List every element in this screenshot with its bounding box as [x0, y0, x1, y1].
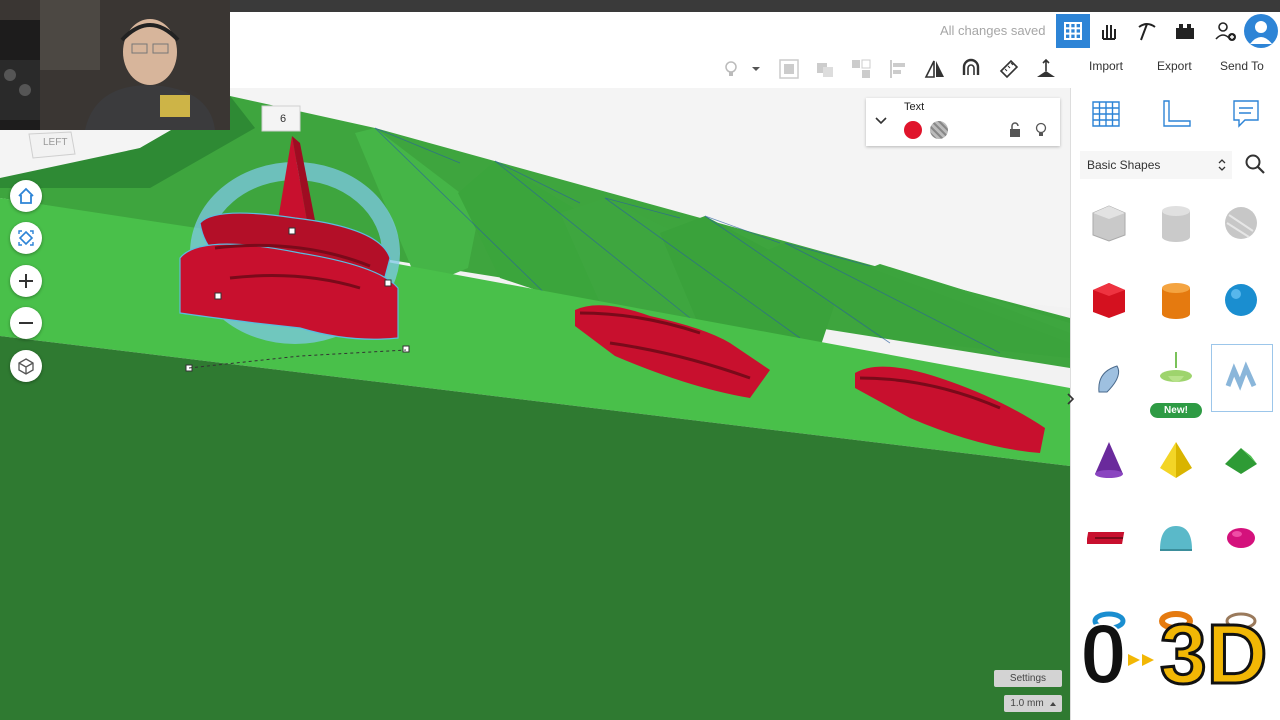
sphere-shape[interactable] [1211, 270, 1271, 330]
new-shape[interactable] [1146, 343, 1206, 403]
workplane-icon[interactable] [1033, 56, 1059, 82]
select-arrows-icon [1218, 159, 1226, 171]
tinker-hand-icon[interactable] [1094, 16, 1124, 46]
shape-inspector: Text [866, 98, 1060, 146]
avatar[interactable] [1244, 14, 1278, 48]
ruler-icon[interactable] [996, 56, 1022, 82]
ruler-corner-icon[interactable] [1159, 98, 1193, 135]
inspector-title: Text [904, 101, 925, 113]
hole-swatch[interactable] [930, 121, 948, 139]
box-hole-shape[interactable] [1079, 193, 1139, 253]
workplane-grid-icon[interactable] [1089, 98, 1123, 135]
half-sphere-shape[interactable] [1146, 508, 1206, 568]
save-status: All changes saved [940, 23, 1046, 38]
plus-icon [19, 274, 33, 288]
add-user-icon[interactable] [1210, 16, 1240, 46]
logo-3d-text: 3D [1158, 607, 1268, 701]
bricks-icon[interactable] [1170, 16, 1200, 46]
solid-color-swatch[interactable] [904, 121, 922, 139]
chevron-down-icon[interactable] [746, 56, 766, 82]
settings-button[interactable]: Settings [994, 670, 1062, 687]
fit-view-icon [18, 230, 34, 246]
view-cube[interactable]: LEFT [27, 128, 77, 160]
pyramid-shape[interactable] [1146, 430, 1206, 490]
zoom-out-button[interactable] [10, 307, 42, 339]
minus-icon [19, 322, 33, 324]
caret-up-icon [1049, 701, 1056, 706]
mirror-icon[interactable] [922, 56, 948, 82]
align-icon[interactable] [886, 56, 912, 82]
dimension-label[interactable]: 6 [280, 113, 286, 125]
group-icon[interactable] [776, 56, 802, 82]
cylinder-hole-shape[interactable] [1146, 193, 1206, 253]
scribble-shape[interactable] [1079, 350, 1139, 410]
lightbulb-icon[interactable] [718, 56, 744, 82]
ungroup-icon[interactable] [812, 56, 838, 82]
text-3d-shape[interactable] [1079, 508, 1139, 568]
zoom-in-button[interactable] [10, 265, 42, 297]
visibility-bulb-icon[interactable] [1034, 122, 1048, 143]
view-cube-label: LEFT [43, 137, 68, 148]
collapse-chevron-icon[interactable] [874, 114, 888, 133]
search-icon[interactable] [1243, 152, 1267, 181]
settings-label: Settings [1009, 673, 1047, 684]
cruise-icon[interactable] [958, 56, 984, 82]
fit-view-button[interactable] [10, 222, 42, 254]
top-bar: All changes saved [230, 12, 1280, 51]
shape-category-select[interactable]: Basic Shapes [1080, 151, 1232, 179]
home-view-button[interactable] [10, 180, 42, 212]
workplane-canvas[interactable] [0, 88, 1070, 720]
home-icon [18, 187, 34, 204]
channel-logo: 0 3D [1079, 611, 1269, 702]
roof-shape[interactable] [1211, 430, 1271, 490]
shape-category-label: Basic Shapes [1087, 158, 1161, 172]
cylinder-shape[interactable] [1146, 270, 1206, 330]
import-button[interactable]: Import [1089, 59, 1123, 73]
perspective-toggle-button[interactable] [10, 350, 42, 382]
ungroup-alt-icon[interactable] [848, 56, 874, 82]
sphere-hole-shape[interactable] [1211, 193, 1271, 253]
webcam-overlay [0, 0, 230, 130]
paraboloid-shape[interactable] [1211, 508, 1271, 568]
chevron-right-icon[interactable] [1065, 392, 1075, 411]
grid-view-icon[interactable] [1056, 14, 1090, 48]
lock-icon[interactable] [1008, 122, 1022, 143]
box-shape[interactable] [1079, 270, 1139, 330]
pickaxe-icon[interactable] [1132, 16, 1162, 46]
snap-grid-value: 1.0 mm [1010, 698, 1044, 709]
workplane-viewport[interactable]: 6 [0, 88, 1070, 720]
send-to-button[interactable]: Send To [1220, 59, 1264, 73]
export-button[interactable]: Export [1157, 59, 1192, 73]
cube-icon [18, 358, 34, 375]
notes-icon[interactable] [1229, 98, 1263, 135]
snap-grid-select[interactable]: 1.0 mm [1004, 695, 1062, 712]
text-shape[interactable] [1211, 344, 1273, 412]
cone-shape[interactable] [1079, 430, 1139, 490]
logo-zero-text: 0 [1079, 607, 1128, 701]
new-badge: New! [1150, 403, 1202, 418]
